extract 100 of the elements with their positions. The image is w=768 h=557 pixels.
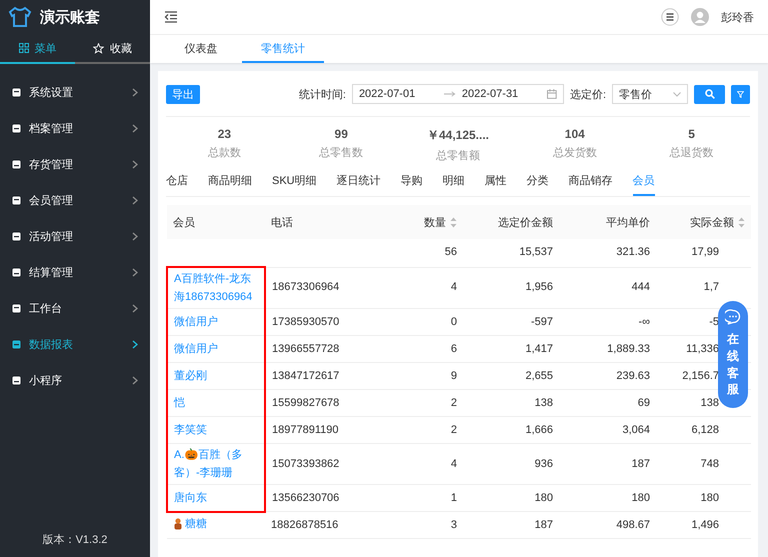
quantity-cell: 4 <box>405 267 463 308</box>
report-tab[interactable]: 属性 <box>484 169 507 196</box>
stat-label: 总退货数 <box>668 146 715 160</box>
menu-item[interactable]: 小程序 <box>0 362 150 398</box>
sidebar-tab[interactable]: 菜单 <box>0 34 75 64</box>
date-range-field[interactable]: 2022-07-01 2022-07-31 <box>352 84 564 104</box>
report-tab[interactable]: 仓店 <box>166 169 188 196</box>
summary-cell: 15,537 <box>463 239 559 267</box>
amount-cell: 936 <box>463 444 559 484</box>
stat-label: 总款数 <box>206 146 242 160</box>
phone-cell: 18826878516 <box>265 512 405 538</box>
sidebar-tab[interactable]: 收藏 <box>75 34 150 64</box>
collapse-menu-icon[interactable] <box>164 11 178 23</box>
chat-bubble-icon <box>725 309 741 325</box>
report-tab[interactable]: 商品销存 <box>568 169 613 196</box>
report-tab[interactable]: 商品明细 <box>208 169 252 196</box>
average-price-cell: 498.67 <box>559 512 656 538</box>
menu-item-icon <box>12 232 21 240</box>
app-title: 演示账套 <box>40 8 100 26</box>
stat-value: 23 <box>216 127 232 141</box>
menu-item-icon <box>12 340 21 348</box>
stat-value: 5 <box>687 127 696 141</box>
quantity-cell: 3 <box>405 512 463 538</box>
chevron-right-icon <box>132 268 138 276</box>
menu-item[interactable]: 档案管理 <box>0 110 150 146</box>
chevron-right-icon <box>132 232 138 240</box>
phone-cell: 15073393862 <box>265 444 405 484</box>
chevron-right-icon <box>132 124 138 132</box>
quantity-cell: 0 <box>405 308 463 336</box>
report-tab[interactable]: SKU明细 <box>272 169 317 196</box>
report-tab[interactable]: 导购 <box>400 169 423 196</box>
menu-icon[interactable] <box>661 8 679 26</box>
actual-amount-cell: 180 <box>656 484 751 512</box>
menu-item-icon <box>12 160 21 168</box>
report-tab[interactable]: 逐日统计 <box>336 169 381 196</box>
version-text: 版本：V1.3.2 <box>42 533 108 547</box>
menu-item[interactable]: 结算管理 <box>0 254 150 290</box>
arrow-right-icon <box>444 91 456 97</box>
summary-cell: 321.36 <box>559 239 656 267</box>
quantity-cell: 1 <box>405 484 463 512</box>
report-tab[interactable]: 明细 <box>442 169 465 196</box>
menu-item[interactable]: 系统设置 <box>0 74 150 110</box>
stat-label: 总零售额 <box>434 148 481 163</box>
stat-value: 99 <box>334 127 349 141</box>
menu-item-icon <box>12 124 21 132</box>
amount-cell: 1,956 <box>463 267 559 308</box>
time-label: 统计时间: <box>298 88 346 102</box>
chevron-right-icon <box>132 196 138 204</box>
menu-item[interactable]: 数据报表 <box>0 326 150 362</box>
phone-cell: 17385930570 <box>265 308 405 336</box>
filter-icon <box>737 88 744 100</box>
phone-cell: 15599827678 <box>265 390 405 416</box>
menu-item[interactable]: 存货管理 <box>0 146 150 182</box>
actual-amount-cell: 6,128 <box>656 416 751 444</box>
quantity-cell: 4 <box>405 444 463 484</box>
chevron-right-icon <box>132 304 138 312</box>
actual-amount-cell: 748 <box>656 444 751 484</box>
user-name[interactable]: 彭玲香 <box>721 10 754 24</box>
phone-cell: 13966557728 <box>265 336 405 362</box>
average-price-cell: 180 <box>559 484 656 512</box>
menu-item-icon <box>12 196 21 204</box>
column-header: 数量 <box>424 216 446 230</box>
chevron-right-icon <box>132 340 138 348</box>
amount-cell: 138 <box>463 390 559 416</box>
stat-label: 总零售数 <box>318 146 364 160</box>
average-price-cell: 69 <box>559 390 656 416</box>
menu-item[interactable]: 活动管理 <box>0 218 150 254</box>
column-header: 会员 <box>173 216 195 230</box>
actual-amount-cell: 1,496 <box>656 512 751 538</box>
amount-cell: 2,655 <box>463 362 559 390</box>
filter-button[interactable] <box>731 84 750 104</box>
price-select[interactable]: 零售价 <box>612 84 688 104</box>
menu-item[interactable]: 会员管理 <box>0 182 150 218</box>
sort-icon[interactable] <box>450 216 457 228</box>
amount-cell: 180 <box>463 484 559 512</box>
average-price-cell: 1,889.33 <box>559 336 656 362</box>
calendar-icon <box>547 89 557 99</box>
average-price-cell: 187 <box>559 444 656 484</box>
search-button[interactable] <box>694 84 725 104</box>
sort-icon[interactable] <box>738 216 745 228</box>
chevron-right-icon <box>132 376 138 384</box>
amount-cell: 1,417 <box>463 336 559 362</box>
shirt-logo-icon <box>8 6 32 28</box>
figure-icon <box>173 518 183 530</box>
amount-cell: 187 <box>463 512 559 538</box>
price-label: 选定价: <box>570 88 606 102</box>
page-tab[interactable]: 仪表盘 <box>160 35 242 63</box>
grid-icon <box>18 43 28 53</box>
phone-cell: 18673306964 <box>265 267 405 308</box>
chevron-right-icon <box>132 160 138 168</box>
quantity-cell: 6 <box>405 336 463 362</box>
avatar-icon <box>691 8 709 26</box>
phone-cell: 13566230706 <box>265 484 405 512</box>
report-tab[interactable]: 分类 <box>526 169 549 196</box>
column-header: 实际金额 <box>690 216 734 230</box>
search-icon <box>704 89 714 99</box>
menu-item-icon <box>12 88 21 96</box>
menu-item-icon <box>12 304 21 312</box>
summary-cell: 56 <box>405 239 463 267</box>
menu-item[interactable]: 工作台 <box>0 290 150 326</box>
